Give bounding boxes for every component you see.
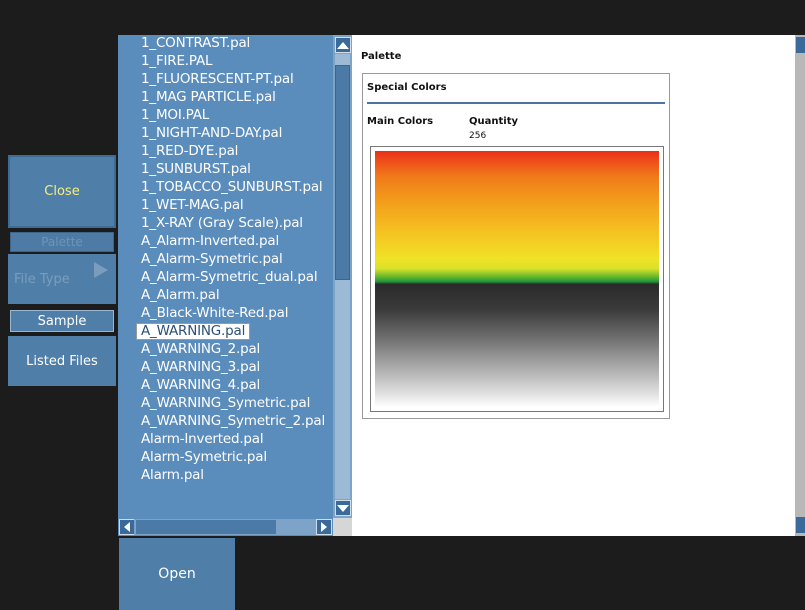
file-list-item[interactable]: 1_WET-MAG.pal [141, 197, 244, 214]
file-type-option[interactable]: File Type [8, 254, 116, 304]
palette-option[interactable]: Palette [10, 232, 114, 252]
file-list-item[interactable]: A_WARNING_3.pal [141, 359, 260, 376]
scroll-down-button[interactable] [335, 500, 351, 516]
file-list-item[interactable]: A_Alarm-Symetric_dual.pal [141, 269, 318, 286]
listed-files-option[interactable]: Listed Files [8, 336, 116, 386]
palette-preview-pane: Palette Special Colors Main Colors Quant… [352, 35, 795, 536]
quantity-value: 256 [469, 131, 487, 141]
file-list-item[interactable]: 1_SUNBURST.pal [141, 161, 251, 178]
open-button[interactable]: Open [119, 538, 235, 610]
preview-scroll-down-button[interactable] [796, 517, 805, 533]
submenu-arrow-icon [94, 262, 108, 278]
special-colors-box: Special Colors Main Colors Quantity 256 [362, 73, 670, 419]
file-list-item[interactable]: 1_X-RAY (Gray Scale).pal [141, 215, 303, 232]
special-colors-heading: Special Colors [367, 82, 447, 93]
file-list-item[interactable]: A_WARNING_Symetric.pal [141, 395, 310, 412]
file-list-item[interactable]: A_WARNING_Symetric_2.pal [141, 413, 325, 430]
file-list-item[interactable]: 1_FLUORESCENT-PT.pal [141, 71, 294, 88]
preview-scrollbar[interactable] [795, 35, 805, 536]
palette-gradient-frame [370, 146, 664, 412]
file-list-item[interactable]: 1_NIGHT-AND-DAY.pal [141, 125, 282, 142]
hscroll-thumb[interactable] [136, 520, 276, 534]
file-type-label: File Type [14, 271, 70, 287]
scroll-thumb[interactable] [335, 65, 350, 280]
file-list-item-selected[interactable]: A_WARNING.pal [136, 323, 251, 340]
main-colors-label: Main Colors [367, 116, 434, 127]
top-bar [0, 0, 805, 35]
palette-gradient [375, 151, 659, 407]
file-list-item[interactable]: A_Alarm-Inverted.pal [141, 233, 279, 250]
file-list-item[interactable]: 1_MAG PARTICLE.pal [141, 89, 276, 106]
scroll-up-button[interactable] [335, 37, 351, 53]
file-list-item[interactable]: A_WARNING_2.pal [141, 341, 260, 358]
arrow-up-icon [337, 41, 349, 49]
scroll-right-button[interactable] [316, 519, 332, 535]
file-list-item[interactable]: A_Alarm.pal [141, 287, 220, 304]
file-list-item[interactable]: A_WARNING_4.pal [141, 377, 260, 394]
file-list[interactable]: 1_CONTRAST.pal 1_FIRE.PAL 1_FLUORESCENT-PT… [118, 35, 333, 518]
arrow-down-icon [337, 504, 349, 512]
sample-option[interactable]: Sample [10, 310, 114, 332]
preview-scroll-up-button[interactable] [796, 37, 805, 53]
quantity-label: Quantity [469, 116, 518, 127]
scrollbar-corner [333, 518, 352, 536]
scroll-left-button[interactable] [119, 519, 135, 535]
arrow-right-icon [321, 522, 327, 532]
file-list-item[interactable]: A_Black-White-Red.pal [141, 305, 288, 322]
file-list-horizontal-scrollbar[interactable] [118, 518, 333, 536]
file-list-item[interactable]: Alarm-Symetric.pal [141, 449, 267, 466]
file-list-vertical-scrollbar[interactable] [333, 35, 352, 518]
file-list-item[interactable]: A_Alarm-Symetric.pal [141, 251, 283, 268]
file-list-item[interactable]: Alarm.pal [141, 467, 204, 484]
close-button[interactable]: Close [8, 155, 116, 228]
file-list-item[interactable]: 1_RED-DYE.pal [141, 143, 238, 160]
preview-title: Palette [361, 51, 402, 62]
arrow-left-icon [124, 522, 130, 532]
file-list-item[interactable]: Alarm-Inverted.pal [141, 431, 264, 448]
file-list-item[interactable]: 1_TOBACCO_SUNBURST.pal [141, 179, 323, 196]
file-list-item[interactable]: 1_FIRE.PAL [141, 53, 213, 70]
file-list-item[interactable]: 1_MOI.PAL [141, 107, 209, 124]
file-list-item[interactable]: 1_CONTRAST.pal [141, 35, 250, 52]
section-divider [367, 102, 665, 104]
